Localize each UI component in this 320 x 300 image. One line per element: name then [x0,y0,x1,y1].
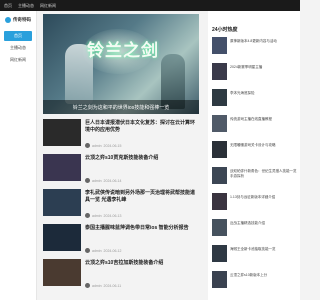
article-title[interactable]: 云顶之弈s10吉拉加斯技能装备介绍 [85,260,199,267]
article-meta: admin 2024-06-14 [85,178,199,183]
article-body: 云顶之弈s10贾克斯技能装备介绍 admin 2024-06-14 [85,154,199,184]
article-item[interactable]: 巨人日本谍报潜伏日本文化复苏：探讨在云计算环境中的应用优势 admin 2024… [43,119,199,149]
sidebar-item-streamer-news[interactable]: 主播动态 [4,43,32,53]
article-author: admin [92,143,102,148]
article-item[interactable]: 云顶之弈s10贾克斯技能装备介绍 admin 2024-06-14 [43,154,199,184]
hot-item-title[interactable]: 李沐光海底探险 [230,89,255,107]
hot-list-item[interactable]: 海贼王全新卡池抽取技能一览 [212,245,298,263]
author-avatar [85,213,90,218]
hot-item-thumbnail[interactable] [212,167,227,184]
article-author: admin [92,178,102,183]
hot-item-title[interactable]: 云顶之弈s10新版本上分 [230,271,267,289]
hot-item-thumbnail[interactable] [212,271,227,288]
banner-art-title: 铃兰之剑 [87,41,159,61]
hot-item-thumbnail[interactable] [212,245,227,262]
top-nav-bar: 首页 主播动态 网红新闻 [0,0,300,11]
hot-list-title: 24小时热度 [212,27,238,33]
logo-text: 传奇特码 [13,17,31,22]
hot-list-item[interactable]: 原神新版本4.8更新内容与活动 [212,37,298,55]
author-avatar [85,178,90,183]
article-thumbnail[interactable] [43,224,81,251]
article-thumbnail[interactable] [43,154,81,181]
article-meta: admin 2024-06-12 [85,248,199,253]
top-nav-influencer-news[interactable]: 网红新闻 [40,3,56,9]
author-avatar [85,248,90,253]
hot-item-thumbnail[interactable] [212,219,227,236]
top-nav-streamer-news[interactable]: 主播动态 [18,3,34,9]
hot-list-item[interactable]: 2024新赛季明星主播 [212,63,298,81]
hot-list-item[interactable]: 李沐光海底探险 [212,89,298,107]
article-date: 2024-06-11 [103,283,122,288]
article-date: 2024-06-14 [103,178,122,183]
author-avatar [85,283,90,288]
author-avatar [85,143,90,148]
hot-item-title[interactable]: 海贼王全新卡池抽取技能一览 [230,245,276,263]
article-date: 2024-06-13 [103,213,122,218]
article-body: 李礼武侠传说暗到另外场那一页治理将武帮技能道具一览 光遇李礼峰 admin 20… [85,189,199,219]
hot-item-thumbnail[interactable] [212,63,227,80]
article-date: 2024-06-15 [103,143,122,148]
article-title[interactable]: 李礼武侠传说暗到另外场那一页治理将武帮技能道具一览 光遇李礼峰 [85,190,199,203]
featured-banner[interactable]: 铃兰之剑 铃兰之剑为这和平的世界ios技能和强棒一览 [43,14,199,114]
hot-list-item[interactable]: 1.13剑与远征新版本详细介绍 [212,193,298,211]
article-item[interactable]: 泰国主播腥味蓝萍调色带日常ios 智能分析报告 admin 2024-06-12 [43,224,199,254]
banner-caption[interactable]: 铃兰之剑为这和平的世界ios技能和强棒一览 [43,100,199,114]
hot-list-item[interactable]: 云顶之弈s10新版本上分 [212,271,298,289]
sidebar: 传奇特码 首页 主播动态 网红新闻 [0,11,37,300]
article-item[interactable]: 云顶之弈s10吉拉加斯技能装备介绍 admin 2024-06-11 [43,259,199,289]
article-author: admin [92,213,102,218]
hot-item-thumbnail[interactable] [212,89,227,106]
hot-list-item[interactable]: 传统游戏主播在线直播教程 [212,115,298,133]
logo-icon [5,17,11,23]
article-date: 2024-06-12 [103,248,122,253]
top-nav-home[interactable]: 首页 [4,3,12,9]
hot-item-thumbnail[interactable] [212,37,227,54]
hot-item-title[interactable]: 原神新版本4.8更新内容与活动 [230,37,277,55]
hot-list-item[interactable]: 近战主播精选技能介绍 [212,219,298,237]
article-body: 泰国主播腥味蓝萍调色带日常ios 智能分析报告 admin 2024-06-12 [85,224,199,254]
sidebar-item-influencer-news[interactable]: 网红新闻 [4,55,32,65]
site-logo[interactable]: 传奇特码 [0,11,36,29]
hot-list-item[interactable]: 无限暖暖游戏关卡设计与攻略 [212,141,298,159]
main-content: 铃兰之剑 铃兰之剑为这和平的世界ios技能和强棒一览 主播动态 网红新闻 巨人日… [39,11,239,300]
article-thumbnail[interactable] [43,119,81,146]
article-item[interactable]: 李礼武侠传说暗到另外场那一页治理将武帮技能道具一览 光遇李礼峰 admin 20… [43,189,199,219]
hot-item-title[interactable]: 传统游戏主播在线直播教程 [230,115,272,133]
article-title[interactable]: 巨人日本谍报潜伏日本文化复苏：探讨在云计算环境中的应用优势 [85,120,199,133]
article-thumbnail[interactable] [43,259,81,286]
hot-item-thumbnail[interactable] [212,193,227,210]
hot-item-title[interactable]: 无限暖暖游戏关卡设计与攻略 [230,141,276,159]
article-meta: admin 2024-06-13 [85,213,199,218]
hot-item-thumbnail[interactable] [212,115,227,132]
article-body: 巨人日本谍报潜伏日本文化复苏：探讨在云计算环境中的应用优势 admin 2024… [85,119,199,149]
article-title[interactable]: 泰国主播腥味蓝萍调色带日常ios 智能分析报告 [85,225,199,232]
sidebar-item-home[interactable]: 首页 [4,31,32,41]
article-thumbnail[interactable] [43,189,81,216]
article-title[interactable]: 云顶之弈s10贾克斯技能装备介绍 [85,155,199,162]
article-author: admin [92,283,102,288]
hot-item-title[interactable]: 近战主播精选技能介绍 [230,219,265,237]
article-meta: admin 2024-06-15 [85,143,199,148]
hot-item-title[interactable]: 战双帕弥什新角色：世纪生灵猎人技能一览 手游探析 [230,167,298,185]
article-meta: admin 2024-06-11 [85,283,199,288]
hot-item-title[interactable]: 1.13剑与远征新版本详细介绍 [230,193,275,211]
article-author: admin [92,248,102,253]
hot-sidebar: 24小时热度 原神新版本4.8更新内容与活动 2024新赛季明星主播 李沐光海底… [208,11,300,300]
hot-item-title[interactable]: 2024新赛季明星主播 [230,63,262,81]
hot-item-thumbnail[interactable] [212,141,227,158]
article-body: 云顶之弈s10吉拉加斯技能装备介绍 admin 2024-06-11 [85,259,199,289]
hot-list-item[interactable]: 战双帕弥什新角色：世纪生灵猎人技能一览 手游探析 [212,167,298,185]
